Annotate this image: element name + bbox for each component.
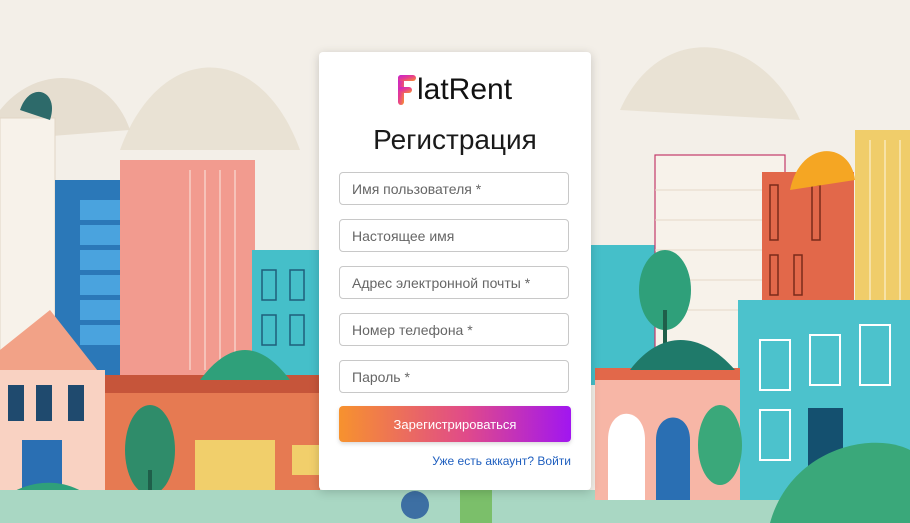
email-input[interactable] <box>339 266 569 299</box>
page-title: Регистрация <box>373 124 537 155</box>
register-button[interactable]: Зарегистрироваться <box>339 406 571 442</box>
username-input[interactable] <box>339 172 569 205</box>
registration-card: latRent Регистрация Зарегистрироваться У… <box>319 52 591 490</box>
brand-name: latRent <box>416 73 513 106</box>
password-input[interactable] <box>339 360 569 393</box>
brand-logo: latRent <box>319 70 591 110</box>
login-link[interactable]: Уже есть аккаунт? Войти <box>432 454 571 468</box>
registration-page: latRent Регистрация Зарегистрироваться У… <box>0 0 910 523</box>
flatrent-logo-icon <box>397 73 416 107</box>
real-name-input[interactable] <box>339 219 569 252</box>
phone-input[interactable] <box>339 313 569 346</box>
